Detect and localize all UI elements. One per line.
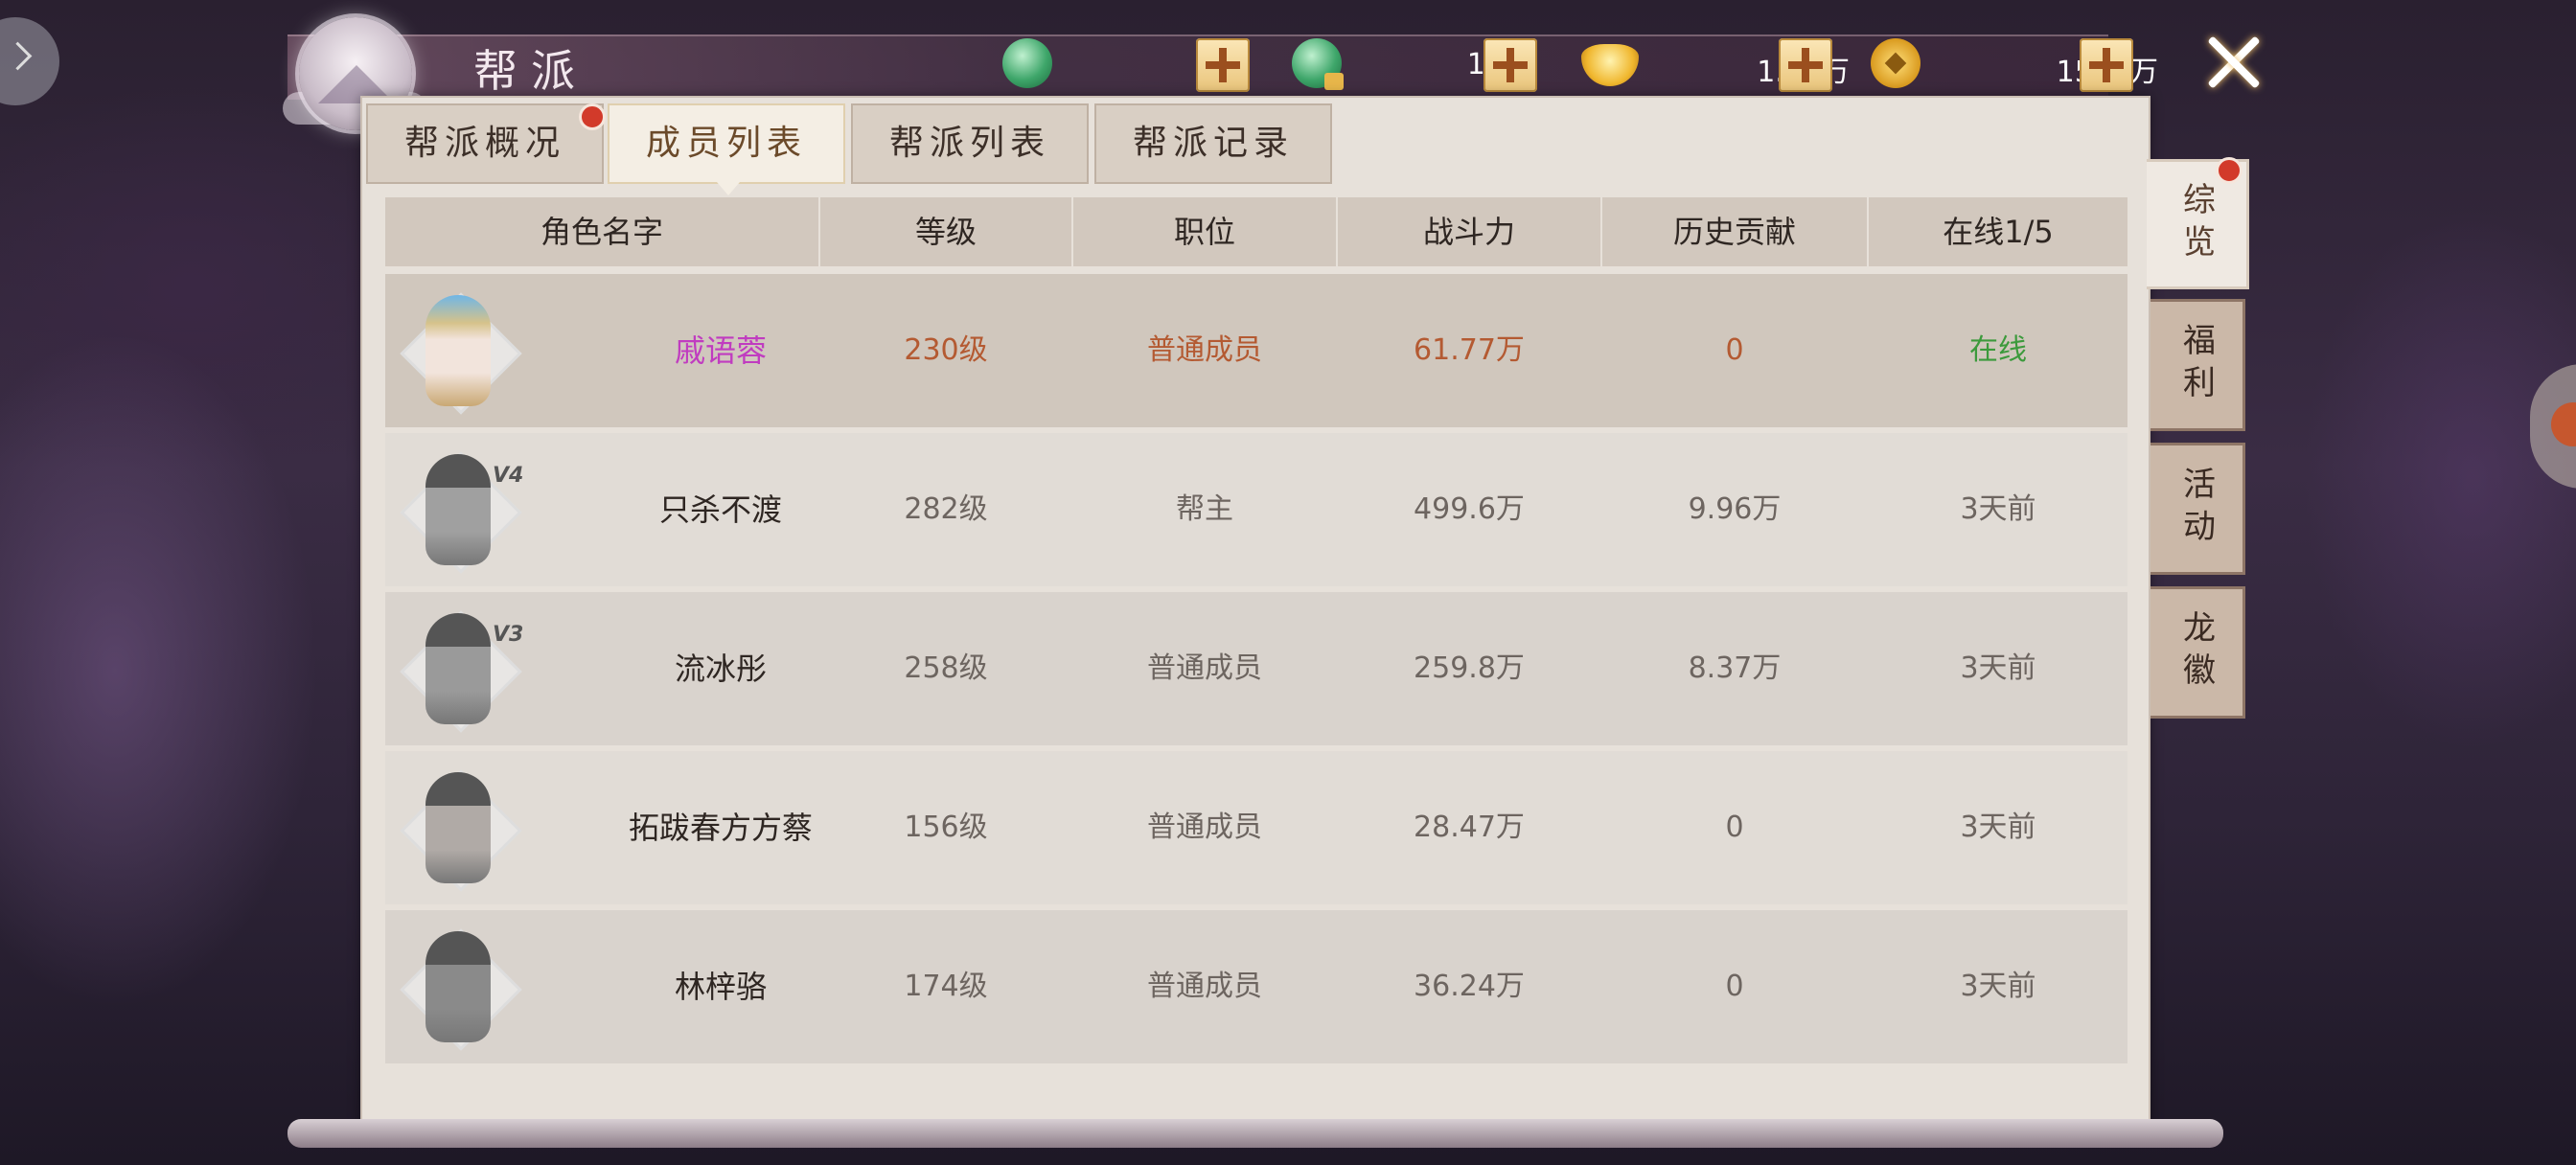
character-portrait-icon — [426, 454, 491, 565]
currency-jade: 0 — [1002, 38, 1261, 92]
member-contribution: 9.96万 — [1688, 492, 1782, 526]
notification-dot — [2216, 157, 2242, 184]
member-role: 普通成员 — [1147, 333, 1262, 367]
tab-label: 帮派记录 — [1132, 124, 1294, 163]
notification-dot — [579, 103, 606, 130]
copper-coin-icon — [1871, 38, 1920, 88]
tab-guild-overview[interactable]: 帮派概况 — [366, 103, 604, 184]
avatar[interactable] — [397, 289, 522, 415]
member-online-status: 3天前 — [1960, 651, 2036, 685]
member-power: 499.6万 — [1414, 492, 1525, 526]
page-title: 帮派 — [473, 45, 588, 97]
currency-gold: 1.67万 — [1581, 38, 1878, 92]
member-level: 156级 — [904, 811, 988, 844]
tab-label: 帮派列表 — [888, 124, 1050, 163]
member-role: 帮主 — [1176, 492, 1233, 526]
member-power: 36.24万 — [1414, 970, 1525, 1003]
add-coin-button[interactable] — [2080, 38, 2133, 92]
member-role: 普通成员 — [1147, 811, 1262, 844]
member-level: 282级 — [904, 492, 988, 526]
side-tab-3[interactable]: 龙徽 — [2150, 586, 2245, 719]
menu-orb-icon — [2551, 402, 2576, 446]
scroll-roller — [288, 1119, 2223, 1148]
bound-jade-icon — [1292, 38, 1344, 90]
tab-label: 帮派概况 — [403, 124, 565, 163]
currency-coin: 1523万 — [1871, 38, 2168, 92]
table-header: 角色名字 等级 职位 战斗力 历史贡献 在线1/5 — [385, 197, 2128, 266]
jade-icon — [1002, 38, 1052, 88]
member-role: 普通成员 — [1147, 970, 1262, 1003]
side-tab-label: 活动 — [2176, 467, 2216, 551]
chevron-right-icon — [3, 41, 33, 71]
vip-badge: V4 — [493, 464, 524, 488]
character-portrait-icon — [426, 931, 491, 1042]
avatar[interactable] — [397, 925, 522, 1051]
tab-guild-list[interactable]: 帮派列表 — [851, 103, 1089, 184]
member-level: 258级 — [904, 651, 988, 685]
member-contribution: 0 — [1725, 811, 1744, 844]
tab-guild-records[interactable]: 帮派记录 — [1094, 103, 1332, 184]
side-tab-2[interactable]: 活动 — [2150, 443, 2245, 575]
column-header-online: 在线1/5 — [1943, 214, 2054, 250]
member-contribution: 8.37万 — [1688, 651, 1782, 685]
table-row[interactable]: 拓跋春方方蔡 156级 普通成员 28.47万 0 3天前 — [385, 751, 2128, 904]
member-online-status: 3天前 — [1960, 970, 2036, 1003]
avatar[interactable]: V4 — [397, 448, 523, 574]
member-power: 259.8万 — [1414, 651, 1525, 685]
vip-badge: V3 — [493, 623, 524, 647]
member-level: 174级 — [904, 970, 988, 1003]
column-header-role: 职位 — [1073, 197, 1338, 266]
currency-bound-jade: 192 — [1292, 38, 1541, 92]
column-header-power: 战斗力 — [1338, 197, 1602, 266]
member-power: 28.47万 — [1414, 811, 1525, 844]
close-icon[interactable] — [2200, 29, 2267, 96]
side-tab-label: 龙徽 — [2176, 610, 2216, 695]
character-portrait-icon — [426, 295, 491, 406]
table-row[interactable]: V3 流冰彤 258级 普通成员 259.8万 8.37万 3天前 — [385, 592, 2128, 745]
side-tab-label: 综览 — [2176, 182, 2216, 266]
column-header-name: 角色名字 — [385, 197, 820, 266]
avatar[interactable]: V3 — [397, 607, 523, 733]
tab-label: 成员列表 — [645, 124, 807, 163]
table-row[interactable]: V4 只杀不渡 282级 帮主 499.6万 9.96万 3天前 — [385, 433, 2128, 586]
character-portrait-icon — [426, 772, 491, 883]
member-contribution: 0 — [1725, 970, 1744, 1003]
add-gold-button[interactable] — [1779, 38, 1832, 92]
member-online-status: 在线 — [1969, 333, 2027, 367]
add-jade-button[interactable] — [1196, 38, 1250, 92]
member-power: 61.77万 — [1414, 333, 1525, 367]
side-tab-1[interactable]: 福利 — [2150, 299, 2245, 431]
member-online-status: 3天前 — [1960, 811, 2036, 844]
table-row[interactable]: 戚语蓉 230级 普通成员 61.77万 0 在线 — [385, 274, 2128, 427]
member-role: 普通成员 — [1147, 651, 1262, 685]
side-tab-label: 福利 — [2176, 323, 2216, 407]
tab-member-list[interactable]: 成员列表 — [608, 103, 845, 195]
gold-ingot-icon — [1581, 44, 1639, 86]
table-row[interactable]: 林梓骆 174级 普通成员 36.24万 0 3天前 — [385, 910, 2128, 1063]
member-level: 230级 — [904, 333, 988, 367]
member-contribution: 0 — [1725, 333, 1744, 367]
avatar[interactable] — [397, 766, 522, 892]
member-online-status: 3天前 — [1960, 492, 2036, 526]
character-portrait-icon — [426, 613, 491, 724]
column-header-level: 等级 — [820, 197, 1073, 266]
column-header-contribution: 历史贡献 — [1602, 197, 1869, 266]
add-bound-jade-button[interactable] — [1484, 38, 1537, 92]
